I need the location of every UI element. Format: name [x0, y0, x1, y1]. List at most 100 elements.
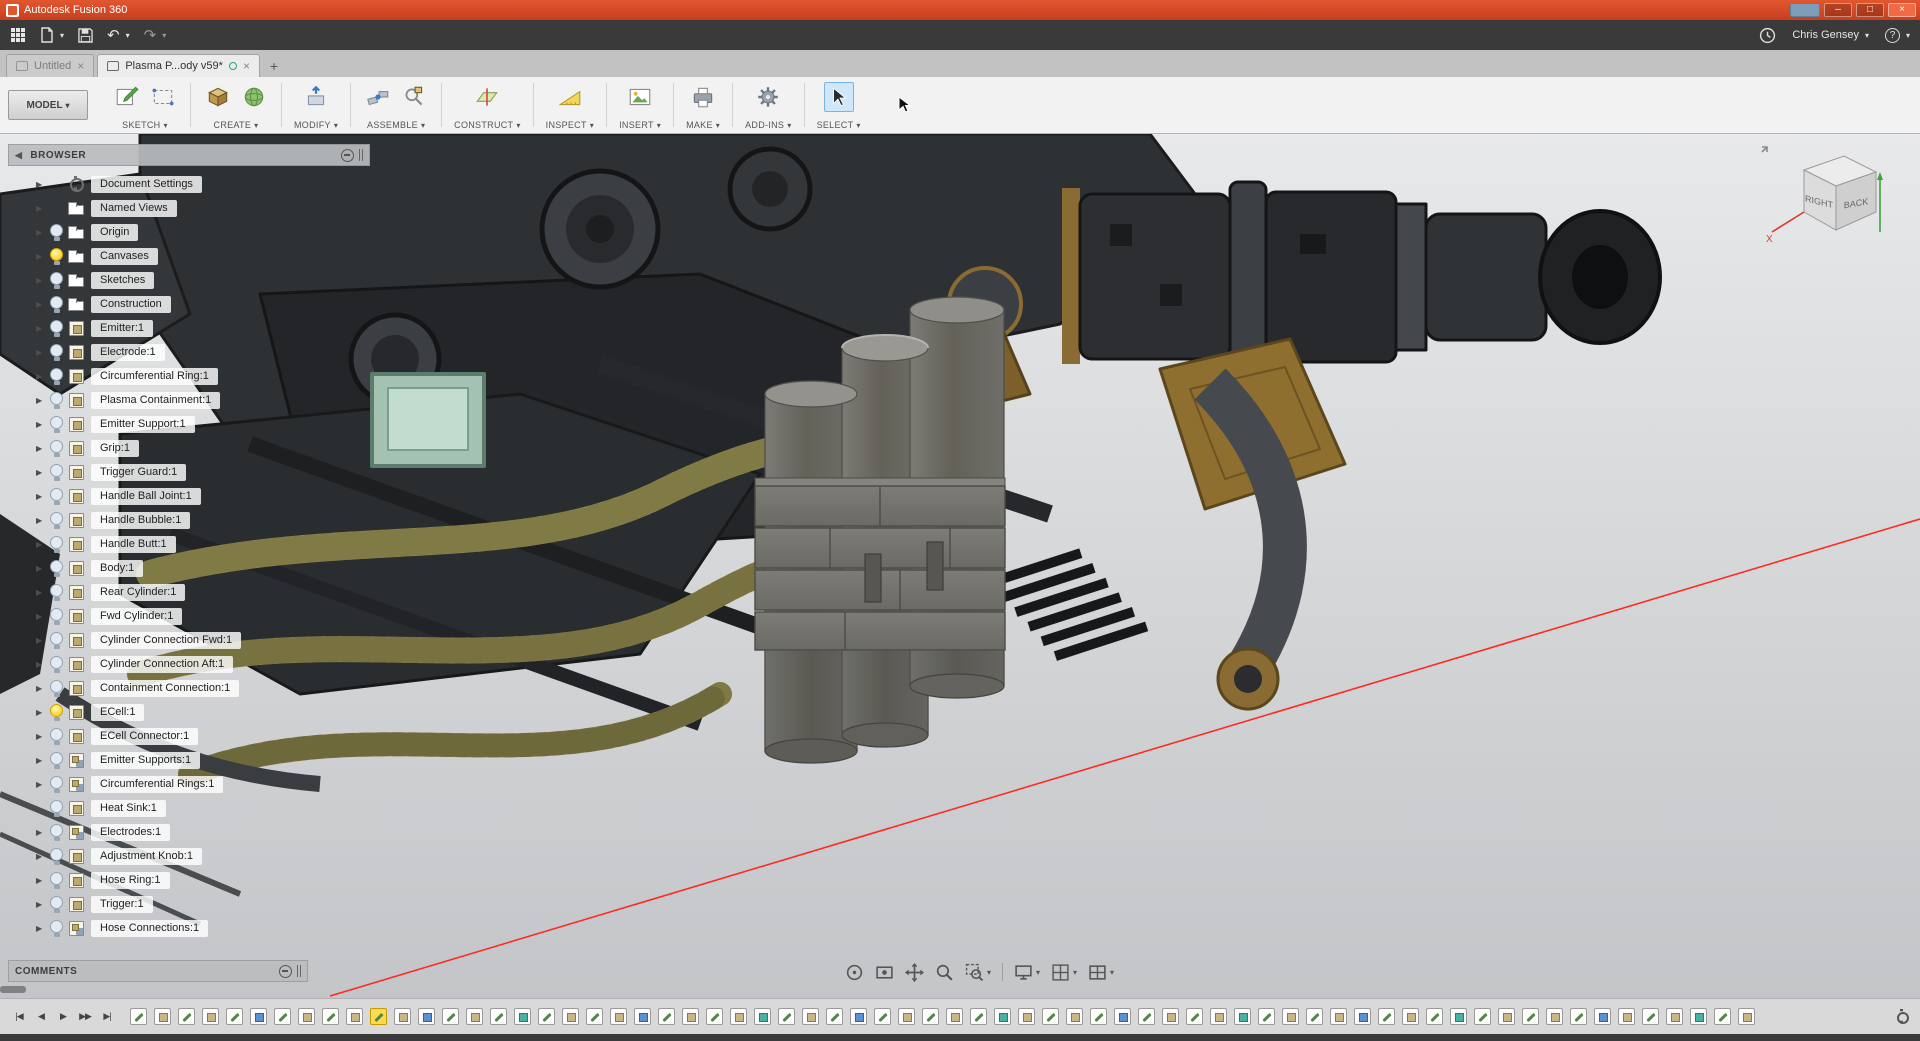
window-zoom-button[interactable] — [965, 963, 991, 982]
timeline-feature-icon[interactable] — [1642, 1008, 1659, 1025]
browser-item[interactable]: ▶ Emitter Supports:1 — [8, 748, 370, 772]
timeline-feature-icon[interactable] — [346, 1008, 363, 1025]
expand-arrow-icon[interactable]: ▶ — [36, 876, 50, 885]
visibility-bulb-icon[interactable] — [50, 343, 63, 362]
tab-close-icon[interactable]: × — [77, 59, 84, 73]
timeline-feature-icon[interactable] — [850, 1008, 867, 1025]
create-form-icon[interactable] — [239, 82, 269, 112]
timeline-feature-icon[interactable] — [1618, 1008, 1635, 1025]
panel-grip-icon[interactable] — [359, 149, 363, 161]
timeline-feature-icon[interactable] — [1114, 1008, 1131, 1025]
user-account-menu[interactable]: Chris Gensey — [1792, 29, 1869, 41]
measure-icon[interactable] — [555, 82, 585, 112]
browser-item[interactable]: ▶ Hose Ring:1 — [8, 868, 370, 892]
timeline-feature-icon[interactable] — [1546, 1008, 1563, 1025]
help-menu[interactable]: ? — [1885, 28, 1910, 43]
sketch-menu[interactable]: SKETCH — [122, 120, 168, 130]
timeline-feature-icon[interactable] — [946, 1008, 963, 1025]
visibility-bulb-icon[interactable] — [50, 415, 63, 434]
expand-arrow-icon[interactable]: ▶ — [36, 684, 50, 693]
timeline-feature-icon[interactable] — [154, 1008, 171, 1025]
timeline-feature-icon[interactable] — [730, 1008, 747, 1025]
pan-button[interactable] — [905, 963, 924, 982]
timeline-feature-icon[interactable] — [466, 1008, 483, 1025]
visibility-bulb-icon[interactable] — [50, 367, 63, 386]
expand-arrow-icon[interactable]: ▶ — [36, 900, 50, 909]
timeline-feature-icon[interactable] — [970, 1008, 987, 1025]
browser-item[interactable]: ▶ Hose Connections:1 — [8, 916, 370, 940]
browser-item[interactable]: ▶ Document Settings — [8, 172, 370, 196]
assemble-menu[interactable]: ASSEMBLE — [367, 120, 425, 130]
visibility-bulb-icon[interactable] — [50, 703, 63, 722]
visibility-bulb-icon[interactable] — [50, 535, 63, 554]
browser-item[interactable]: ▶ Emitter:1 — [8, 316, 370, 340]
expand-arrow-icon[interactable]: ▶ — [36, 324, 50, 333]
expand-arrow-icon[interactable]: ▶ — [36, 828, 50, 837]
expand-arrow-icon[interactable]: ▶ — [36, 372, 50, 381]
expand-arrow-icon[interactable]: ▶ — [36, 444, 50, 453]
timeline-feature-icon[interactable] — [514, 1008, 531, 1025]
expand-arrow-icon[interactable]: ▶ — [36, 204, 50, 213]
timeline-feature-icon[interactable] — [274, 1008, 291, 1025]
timeline-feature-icon[interactable] — [202, 1008, 219, 1025]
new-component-icon[interactable] — [363, 82, 393, 112]
timeline-feature-icon[interactable] — [1282, 1008, 1299, 1025]
save-button[interactable] — [78, 28, 93, 43]
expand-arrow-icon[interactable]: ▶ — [36, 540, 50, 549]
visibility-bulb-icon[interactable] — [50, 583, 63, 602]
browser-item[interactable]: ▶ Adjustment Knob:1 — [8, 844, 370, 868]
undo-button[interactable]: ↶ — [107, 28, 130, 43]
browser-item[interactable]: ▶ Electrodes:1 — [8, 820, 370, 844]
timeline-feature-icon[interactable] — [898, 1008, 915, 1025]
horizontal-scrollbar-thumb[interactable] — [0, 986, 26, 993]
timeline-feature-icon[interactable] — [802, 1008, 819, 1025]
addins-menu[interactable]: ADD-INS — [745, 120, 791, 130]
timeline-feature-icon[interactable] — [1162, 1008, 1179, 1025]
select-tool-icon[interactable] — [824, 82, 854, 112]
look-at-button[interactable] — [875, 963, 894, 982]
visibility-bulb-icon[interactable] — [50, 751, 63, 770]
timeline-feature-icon[interactable] — [706, 1008, 723, 1025]
expand-arrow-icon[interactable]: ▶ — [36, 276, 50, 285]
browser-item[interactable]: ▶ Rear Cylinder:1 — [8, 580, 370, 604]
expand-arrow-icon[interactable]: ▶ — [36, 804, 50, 813]
expand-arrow-icon[interactable]: ▶ — [36, 228, 50, 237]
titlebar-live-update-button[interactable] — [1790, 3, 1820, 17]
timeline-feature-icon[interactable] — [778, 1008, 795, 1025]
timeline-step-back-button[interactable]: ◀ — [32, 1008, 50, 1026]
timeline-feature-icon[interactable] — [1738, 1008, 1755, 1025]
timeline-skip-end-button[interactable]: ▶| — [98, 1008, 116, 1026]
redo-button[interactable]: ↷ — [144, 28, 167, 43]
timeline-feature-icon[interactable] — [1594, 1008, 1611, 1025]
expand-arrow-icon[interactable]: ▶ — [36, 660, 50, 669]
timeline-feature-icon[interactable] — [370, 1008, 387, 1025]
visibility-bulb-icon[interactable] — [50, 679, 63, 698]
visibility-bulb-icon[interactable] — [50, 871, 63, 890]
browser-item[interactable]: ▶ Construction — [8, 292, 370, 316]
panel-display-toggle-icon[interactable] — [341, 149, 354, 162]
panel-display-toggle-icon[interactable] — [279, 965, 292, 978]
browser-item[interactable]: ▶ Handle Ball Joint:1 — [8, 484, 370, 508]
create-menu[interactable]: CREATE — [214, 120, 259, 130]
timeline-feature-icon[interactable] — [1354, 1008, 1371, 1025]
visibility-bulb-icon[interactable] — [50, 655, 63, 674]
visibility-bulb-icon[interactable] — [50, 439, 63, 458]
visibility-bulb-icon[interactable] — [50, 607, 63, 626]
panel-collapse-icon[interactable]: ◀ — [15, 150, 22, 161]
timeline-feature-icon[interactable] — [610, 1008, 627, 1025]
visibility-bulb-icon[interactable] — [50, 487, 63, 506]
timeline-feature-icon[interactable] — [754, 1008, 771, 1025]
expand-arrow-icon[interactable]: ▶ — [36, 852, 50, 861]
minimize-button[interactable]: – — [1824, 3, 1852, 17]
visibility-bulb-icon[interactable] — [50, 319, 63, 338]
visibility-bulb-icon[interactable] — [50, 895, 63, 914]
timeline-feature-icon[interactable] — [1138, 1008, 1155, 1025]
close-button[interactable]: × — [1888, 3, 1916, 17]
timeline-feature-icon[interactable] — [1090, 1008, 1107, 1025]
construct-menu[interactable]: CONSTRUCT — [454, 120, 521, 130]
insert-image-icon[interactable] — [625, 82, 655, 112]
visibility-bulb-icon[interactable] — [50, 511, 63, 530]
comments-panel-header[interactable]: COMMENTS — [8, 960, 308, 982]
visibility-bulb-icon[interactable] — [50, 463, 63, 482]
timeline-feature-icon[interactable] — [1666, 1008, 1683, 1025]
